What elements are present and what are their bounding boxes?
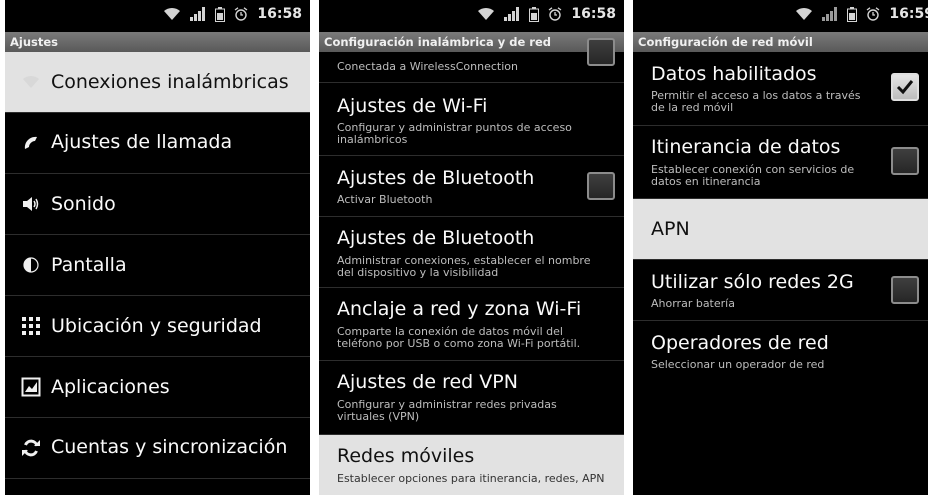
mobile-networks-item[interactable]: Redes móviles Establecer opciones para i…: [319, 435, 624, 495]
vpn-settings-item[interactable]: Ajustes de red VPN Configurar y administ…: [319, 361, 624, 435]
settings-item-label: Ubicación y seguridad: [51, 315, 262, 337]
network-operators-item[interactable]: Operadores de red Seleccionar un operado…: [633, 321, 928, 381]
wifi-icon: [23, 75, 39, 88]
item-title: Ajustes de Wi-Fi: [337, 95, 488, 117]
bluetooth-toggle-item[interactable]: Ajustes de Bluetooth Activar Bluetooth: [319, 156, 624, 217]
sync-icon: [22, 439, 40, 457]
settings-item-label: Conexiones inalámbricas: [51, 71, 289, 93]
settings-item-label: Aplicaciones: [51, 376, 170, 398]
bluetooth-settings-item[interactable]: Ajustes de Bluetooth Administrar conexio…: [319, 217, 624, 288]
status-bar: 16:58: [5, 0, 310, 32]
item-title: Ajustes de Bluetooth: [337, 227, 535, 249]
cell-signal-icon: [822, 7, 838, 21]
clock: 16:58: [257, 6, 302, 22]
item-subtitle: Configurar y administrar redes privadas …: [337, 398, 557, 423]
settings-item-location[interactable]: Ubicación y seguridad: [5, 296, 310, 357]
settings-item-apps[interactable]: Aplicaciones: [5, 357, 310, 418]
wifi-signal-icon: [796, 7, 813, 20]
item-subtitle: Conectada a WirelessConnection: [337, 60, 518, 73]
clock: 16:59: [889, 6, 928, 22]
wireless-network-screen: 16:58 Configuración inalámbrica y de red…: [319, 0, 624, 495]
apps-icon: [21, 377, 41, 397]
settings-item-call[interactable]: Ajustes de llamada: [5, 113, 310, 174]
item-subtitle: Configurar y administrar puntos de acces…: [337, 121, 572, 146]
brightness-icon: [23, 257, 39, 273]
item-subtitle: Establecer conexión con servicios de dat…: [651, 163, 855, 188]
item-title: Operadores de red: [651, 332, 829, 354]
battery-icon: [847, 6, 858, 22]
data-enabled-checkbox[interactable]: [891, 73, 919, 101]
speaker-icon: [23, 197, 39, 211]
status-bar: 16:59: [633, 0, 928, 32]
only-2g-checkbox[interactable]: [891, 276, 919, 304]
grid-icon: [22, 317, 40, 335]
item-title: Redes móviles: [337, 445, 475, 467]
alarm-icon: [867, 7, 880, 21]
screen-title: Configuración de red móvil: [633, 32, 928, 52]
apn-item[interactable]: APN: [633, 199, 928, 260]
item-subtitle: Administrar conexiones, establecer el no…: [337, 254, 591, 279]
alarm-icon: [235, 7, 248, 21]
only-2g-item[interactable]: Utilizar sólo redes 2G Ahorrar batería: [633, 260, 928, 321]
mobile-settings-list: Datos habilitados Permitir el acceso a l…: [633, 52, 928, 495]
item-subtitle: Permitir el acceso a los datos a través …: [651, 89, 861, 114]
cell-signal-icon: [190, 7, 206, 21]
clock: 16:58: [571, 6, 616, 22]
screen-title: Ajustes: [5, 32, 310, 52]
settings-item-wireless[interactable]: Conexiones inalámbricas: [5, 52, 310, 113]
status-bar: 16:58: [319, 0, 624, 32]
tethering-item[interactable]: Anclaje a red y zona Wi-Fi Comparte la c…: [319, 288, 624, 361]
wifi-checkbox[interactable]: [587, 38, 615, 66]
wireless-settings-list: Conectada a WirelessConnection Ajustes d…: [319, 38, 624, 495]
wifi-toggle-item[interactable]: Conectada a WirelessConnection: [319, 38, 624, 83]
item-title: Ajustes de Bluetooth: [337, 167, 535, 189]
data-enabled-item[interactable]: Datos habilitados Permitir el acceso a l…: [633, 52, 928, 126]
settings-item-label: Sonido: [51, 193, 116, 215]
settings-item-display[interactable]: Pantalla: [5, 235, 310, 296]
battery-icon: [529, 6, 540, 22]
settings-item-label: Cuentas y sincronización: [51, 436, 288, 458]
settings-item-label: Ajustes de llamada: [51, 131, 233, 153]
item-title: Itinerancia de datos: [651, 136, 841, 158]
item-title: Ajustes de red VPN: [337, 371, 518, 393]
bluetooth-checkbox[interactable]: [587, 172, 615, 200]
wifi-signal-icon: [164, 7, 181, 20]
item-title: Utilizar sólo redes 2G: [651, 271, 854, 293]
phone-icon: [24, 136, 37, 149]
item-subtitle: Activar Bluetooth: [337, 193, 433, 206]
mobile-network-screen: 16:59 Configuración de red móvil Datos h…: [633, 0, 928, 495]
wifi-settings-item[interactable]: Ajustes de Wi-Fi Configurar y administra…: [319, 83, 624, 156]
alarm-icon: [549, 7, 562, 21]
item-subtitle: Seleccionar un operador de red: [651, 358, 825, 371]
settings-screen: 16:58 Ajustes Conexiones inalámbricas Aj…: [5, 0, 310, 495]
item-title: Datos habilitados: [651, 63, 817, 85]
screen-title: Configuración inalámbrica y de red: [319, 32, 624, 52]
checkmark-icon: [896, 80, 914, 95]
item-subtitle: Ahorrar batería: [651, 297, 735, 310]
settings-item-accounts[interactable]: Cuentas y sincronización: [5, 418, 310, 479]
item-title: APN: [651, 218, 690, 240]
settings-list: Conexiones inalámbricas Ajustes de llama…: [5, 52, 310, 495]
settings-item-sound[interactable]: Sonido: [5, 174, 310, 235]
data-roaming-checkbox[interactable]: [891, 147, 919, 175]
settings-item-label: Pantalla: [51, 254, 127, 276]
item-subtitle: Establecer opciones para itinerancia, re…: [337, 472, 605, 485]
data-roaming-item[interactable]: Itinerancia de datos Establecer conexión…: [633, 126, 928, 199]
item-subtitle: Comparte la conexión de datos móvil del …: [337, 325, 581, 350]
item-title: Anclaje a red y zona Wi-Fi: [337, 298, 582, 320]
cell-signal-icon: [504, 7, 520, 21]
wifi-signal-icon: [478, 7, 495, 20]
battery-icon: [215, 6, 226, 22]
